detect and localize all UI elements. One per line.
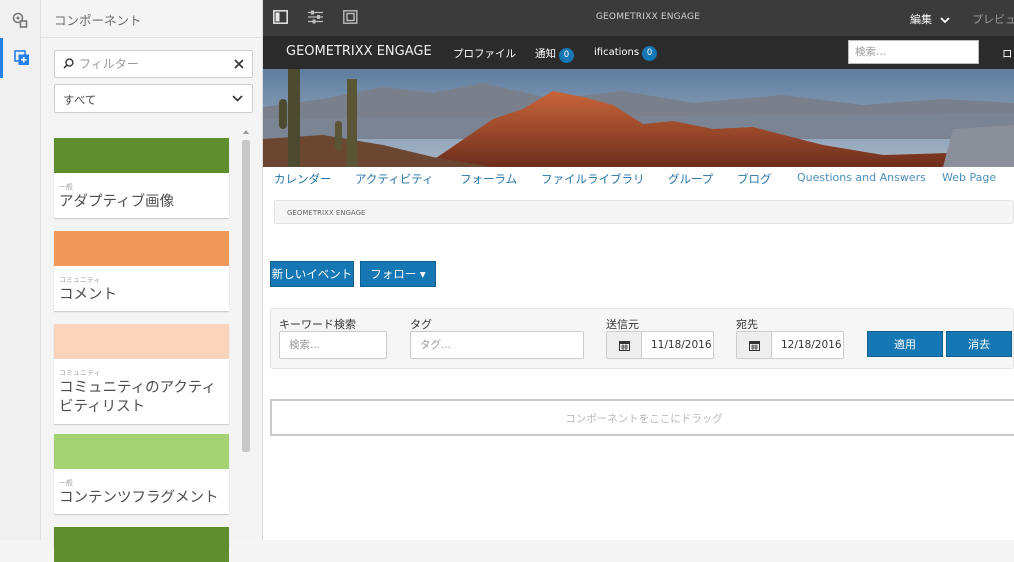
side-rail: [0, 0, 41, 540]
from-date-picker-button[interactable]: [607, 332, 642, 358]
event-filter-bar: キーワード検索 タグ 送信元 11/18/2016 宛先: [270, 308, 1014, 369]
card-name: コミュニティのアクティビティリスト: [59, 380, 217, 415]
preview-button[interactable]: プレビュー: [972, 11, 1014, 27]
site-search-input[interactable]: [848, 40, 979, 64]
notifications-partial-label: ifications: [594, 47, 640, 58]
tab-blog[interactable]: ブログ: [737, 171, 772, 187]
from-date-label: 送信元: [606, 318, 639, 331]
keyword-input[interactable]: [279, 331, 387, 359]
component-dropzone[interactable]: コンポーネントをここにドラッグ: [270, 399, 1014, 436]
banner-image: [263, 69, 1014, 167]
notifications-label: 通知: [535, 48, 556, 60]
components-rail-button[interactable]: [0, 38, 40, 78]
component-card-content-fragment[interactable]: 一般 コンテンツフラグメント: [54, 434, 229, 514]
tab-activity[interactable]: アクティビティ: [355, 171, 434, 187]
edit-mode-selector[interactable]: 編集: [910, 11, 950, 27]
card-group: コミュニティ: [59, 369, 101, 377]
tab-web-page[interactable]: Web Page: [942, 171, 996, 184]
keyword-label: キーワード検索: [279, 318, 356, 331]
group-select[interactable]: すべて: [54, 84, 253, 113]
card-group: 一般: [59, 479, 73, 487]
notifications-link[interactable]: 通知 0: [535, 46, 574, 63]
page-content: カレンダー アクティビティ フォーラム ファイルライブラリ グループ ブログ Q…: [263, 167, 1014, 540]
from-date-field[interactable]: 11/18/2016: [606, 331, 714, 359]
breadcrumb-item[interactable]: GEOMETRIXX ENGAGE: [287, 209, 365, 217]
site-header: GEOMETRIXX ENGAGE プロファイル 通知 0 ifications 0…: [263, 36, 1014, 69]
clear-icon[interactable]: [234, 59, 244, 69]
dropzone-hint: コンポーネントをここにドラッグ: [565, 413, 723, 425]
side-panel-toggle-icon[interactable]: [273, 10, 288, 24]
apply-button[interactable]: 適用: [867, 331, 943, 357]
filter-input[interactable]: [79, 55, 229, 73]
panel-divider: [41, 37, 263, 38]
tag-input[interactable]: [410, 331, 584, 359]
editor-toolbar: GEOMETRIXX ENGAGE 編集 プレビュー: [263, 0, 1014, 36]
breadcrumb: GEOMETRIXX ENGAGE: [274, 200, 1014, 224]
site-logo[interactable]: GEOMETRIXX ENGAGE: [286, 44, 432, 59]
card-name: アダプティブ画像: [59, 194, 175, 210]
card-color-bar: [54, 324, 229, 359]
panel-title: コンポーネント: [54, 13, 142, 28]
card-group: 一般: [59, 183, 73, 191]
tag-label: タグ: [410, 318, 432, 331]
to-date-value: 12/18/2016: [781, 339, 842, 351]
component-filter[interactable]: [54, 50, 253, 78]
component-card-activity-list[interactable]: コミュニティ コミュニティのアクティビティリスト: [54, 324, 229, 424]
panel-scrollbar[interactable]: [240, 128, 252, 540]
new-event-button[interactable]: 新しいイベント: [270, 261, 354, 287]
card-group: コミュニティ: [59, 276, 101, 284]
chevron-down-icon: [939, 16, 950, 23]
component-card-comment[interactable]: コミュニティ コメント: [54, 231, 229, 311]
calendar-icon: [748, 340, 760, 351]
component-card-partial[interactable]: [54, 527, 229, 562]
tab-questions-and-answers[interactable]: Questions and Answers: [797, 171, 926, 184]
follow-button[interactable]: フォロー ▾: [360, 261, 436, 287]
tab-calendar[interactable]: カレンダー: [274, 171, 332, 187]
tab-groups[interactable]: グループ: [668, 171, 713, 187]
assets-rail-button[interactable]: [0, 0, 40, 40]
assets-icon: [12, 12, 28, 28]
notifications-count-badge: 0: [559, 48, 574, 63]
calendar-icon: [618, 340, 630, 351]
notifications-partial-link[interactable]: ifications 0: [594, 46, 658, 61]
from-date-value: 11/18/2016: [651, 339, 712, 351]
scroll-thumb[interactable]: [242, 140, 250, 452]
tab-forum[interactable]: フォーラム: [460, 171, 517, 187]
card-color-bar: [54, 434, 229, 469]
login-link[interactable]: ロ: [1002, 46, 1013, 61]
desert-landscape-image: [263, 69, 1014, 167]
edit-mode-label: 編集: [910, 13, 932, 26]
component-card-adaptive-image[interactable]: 一般 アダプティブ画像: [54, 138, 229, 218]
to-date-field[interactable]: 12/18/2016: [736, 331, 844, 359]
card-name: コメント: [59, 287, 117, 303]
group-select-value: すべて: [63, 93, 97, 107]
emulator-icon[interactable]: [343, 10, 358, 24]
page-properties-icon[interactable]: [308, 10, 323, 24]
page-title: GEOMETRIXX ENGAGE: [595, 12, 701, 22]
components-panel: コンポーネント すべて 一般 アダプティブ画像 コミュニティ コメント コミュニ…: [41, 0, 263, 562]
card-color-bar: [54, 138, 229, 173]
profile-link[interactable]: プロファイル: [453, 46, 516, 61]
scroll-up-icon[interactable]: [243, 130, 249, 134]
card-color-bar: [54, 231, 229, 266]
search-icon: [63, 58, 74, 69]
card-name: コンテンツフラグメント: [59, 490, 219, 506]
to-date-label: 宛先: [736, 318, 758, 331]
to-date-picker-button[interactable]: [737, 332, 772, 358]
tab-file-library[interactable]: ファイルライブラリ: [541, 171, 645, 187]
clear-button[interactable]: 消去: [946, 331, 1012, 357]
components-icon: [13, 50, 29, 65]
chevron-down-icon: [232, 95, 243, 102]
card-color-bar: [54, 527, 229, 562]
notifications-partial-badge: 0: [642, 46, 658, 61]
